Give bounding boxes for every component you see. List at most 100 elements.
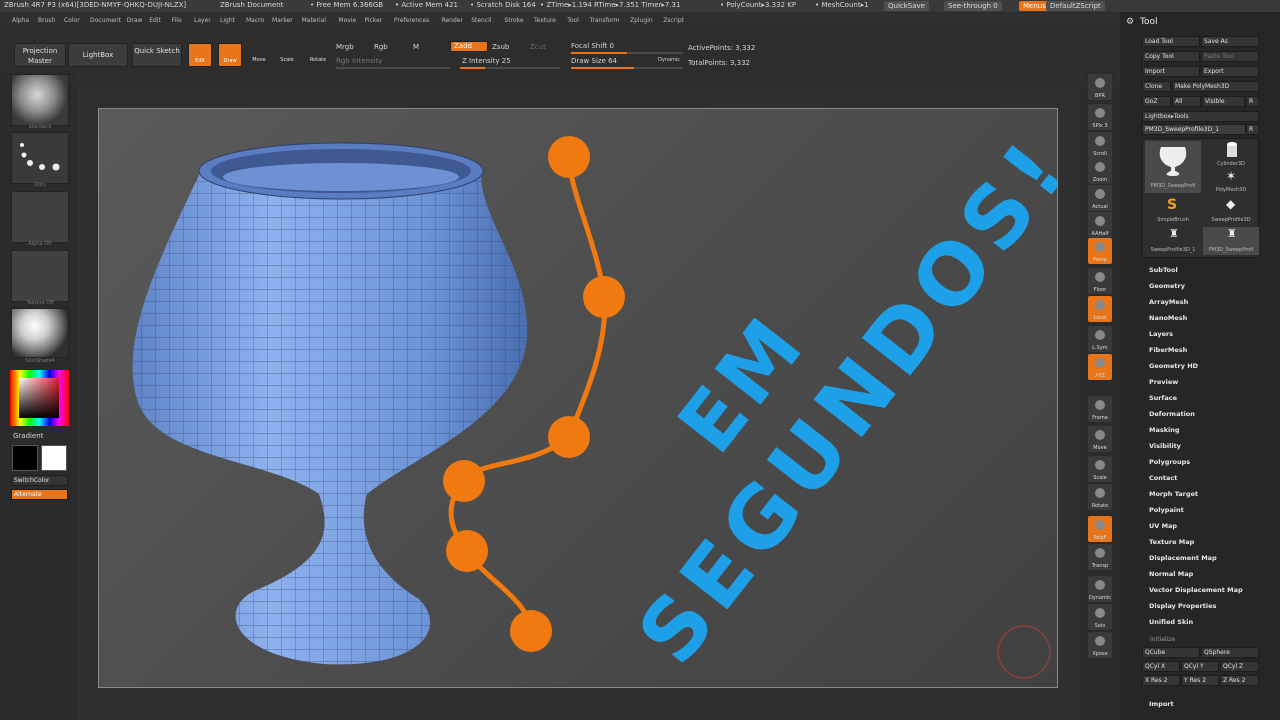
section-surface[interactable]: Surface xyxy=(1149,394,1177,402)
goz-button[interactable]: GoZ xyxy=(1142,96,1171,107)
menu-zscript[interactable]: Zscript xyxy=(663,17,684,24)
shelf-transp-button[interactable]: Transp xyxy=(1088,544,1112,570)
switch-color-button[interactable]: SwitchColor xyxy=(11,475,68,486)
all-button[interactable]: All xyxy=(1172,96,1201,107)
alternate-button[interactable]: Alternate xyxy=(11,489,68,500)
document-canvas[interactable]: EM SEGUNDOS! xyxy=(98,108,1058,688)
shelf-actual-button[interactable]: Actual xyxy=(1088,185,1112,211)
qcyl-x-button[interactable]: QCyl X xyxy=(1142,661,1180,672)
color-picker[interactable] xyxy=(10,370,69,426)
r-button[interactable]: R xyxy=(1246,96,1259,107)
shelf-floor-button[interactable]: Floor xyxy=(1088,268,1112,294)
clone-button[interactable]: Clone xyxy=(1142,81,1171,92)
export-button[interactable]: Export xyxy=(1201,66,1259,77)
menu-texture[interactable]: Texture xyxy=(534,17,556,24)
section-morph-target[interactable]: Morph Target xyxy=(1149,490,1198,498)
section-preview[interactable]: Preview xyxy=(1149,378,1178,386)
menu-document[interactable]: Document xyxy=(90,17,121,24)
shelf-spix-3-button[interactable]: SPix 3 xyxy=(1088,104,1112,130)
section-deformation[interactable]: Deformation xyxy=(1149,410,1195,418)
menu-zplugin[interactable]: Zplugin xyxy=(630,17,653,24)
shelf-bpr-button[interactable]: BPR xyxy=(1088,74,1112,100)
quick-sketch-button[interactable]: Quick Sketch xyxy=(132,43,182,67)
m-button[interactable]: M xyxy=(413,43,419,51)
focal-shift-track[interactable] xyxy=(571,52,683,54)
shelf-aahalf-button[interactable]: AAHalf xyxy=(1088,212,1112,238)
z-intensity-slider[interactable]: Z Intensity 25 xyxy=(462,57,511,65)
tool-thumb-sweepprofile[interactable]: ◆ SweepProfile3D xyxy=(1203,197,1259,225)
copy-tool-button[interactable]: Copy Tool xyxy=(1142,51,1200,62)
dynamic-toggle[interactable]: Dynamic xyxy=(658,57,680,63)
zadd-button[interactable]: Zadd xyxy=(450,41,488,52)
menu-stroke[interactable]: Stroke xyxy=(504,17,523,24)
shelf-dynamic-button[interactable]: Dynamic xyxy=(1088,576,1112,602)
shelf-solo-button[interactable]: Solo xyxy=(1088,604,1112,630)
projection-master-button[interactable]: Projection Master xyxy=(14,43,66,67)
secondary-color-swatch[interactable] xyxy=(41,445,67,471)
section-fibermesh[interactable]: FiberMesh xyxy=(1149,346,1187,354)
qsphere-button[interactable]: QSphere xyxy=(1201,647,1259,658)
move-button[interactable]: Move xyxy=(248,43,270,67)
shelf-xyz-button[interactable]: XYZ xyxy=(1088,354,1112,380)
load-tool-button[interactable]: Load Tool xyxy=(1142,36,1200,47)
menu-alpha[interactable]: Alpha xyxy=(12,17,29,24)
shelf-rotate-button[interactable]: Rotate xyxy=(1088,484,1112,510)
texture-thumbnail[interactable] xyxy=(11,250,69,302)
alpha-thumbnail[interactable] xyxy=(11,191,69,243)
rgb-button[interactable]: Rgb xyxy=(374,43,388,51)
focal-shift-slider[interactable]: Focal Shift 0 xyxy=(571,42,614,50)
menu-render[interactable]: Render xyxy=(442,17,463,24)
menu-draw[interactable]: Draw xyxy=(127,17,143,24)
edit-button[interactable]: Edit xyxy=(188,43,212,67)
brush-thumbnail[interactable] xyxy=(11,74,69,126)
menu-light[interactable]: Light xyxy=(220,17,235,24)
section-vector-displacement-map[interactable]: Vector Displacement Map xyxy=(1149,586,1243,594)
make-polymesh-button[interactable]: Make PolyMesh3D xyxy=(1172,81,1259,92)
draw-size-track[interactable] xyxy=(571,67,683,69)
section-displacement-map[interactable]: Displacement Map xyxy=(1149,554,1217,562)
section-nanomesh[interactable]: NanoMesh xyxy=(1149,314,1187,322)
shelf-scroll-button[interactable]: Scroll xyxy=(1088,132,1112,158)
menu-preferences[interactable]: Preferences xyxy=(394,17,429,24)
section-masking[interactable]: Masking xyxy=(1149,426,1180,434)
section-polygroups[interactable]: Polygroups xyxy=(1149,458,1190,466)
save-as-button[interactable]: Save As xyxy=(1201,36,1259,47)
menu-material[interactable]: Material xyxy=(302,17,326,24)
section-contact[interactable]: Contact xyxy=(1149,474,1177,482)
paste-tool-button[interactable]: Paste Tool xyxy=(1201,51,1259,62)
shelf-scale-button[interactable]: Scale xyxy=(1088,456,1112,482)
menu-stencil[interactable]: Stencil xyxy=(471,17,491,24)
shelf-polyf-button[interactable]: PolyF xyxy=(1088,516,1112,542)
qcyl-y-button[interactable]: QCyl Y xyxy=(1181,661,1219,672)
shelf-l-sym-button[interactable]: L.Sym xyxy=(1088,326,1112,352)
x-res-slider[interactable]: X Res 2 xyxy=(1142,675,1180,686)
section-unified-skin[interactable]: Unified Skin xyxy=(1149,618,1193,626)
quicksave-button[interactable]: QuickSave xyxy=(884,1,929,11)
menu-macro[interactable]: Macro xyxy=(246,17,264,24)
shelf-frame-button[interactable]: Frame xyxy=(1088,396,1112,422)
z-intensity-track[interactable] xyxy=(460,67,560,69)
stroke-thumbnail[interactable] xyxy=(11,132,69,184)
material-thumbnail[interactable] xyxy=(11,308,69,358)
menu-brush[interactable]: Brush xyxy=(38,17,55,24)
mrgb-button[interactable]: Mrgb xyxy=(336,43,354,51)
z-res-slider[interactable]: Z Res 2 xyxy=(1220,675,1259,686)
shelf-local-button[interactable]: Local xyxy=(1088,296,1112,322)
tool-thumb-pm3d-2[interactable]: ♜ PM3D_SweepProfi xyxy=(1203,227,1259,255)
menu-file[interactable]: File xyxy=(172,17,182,24)
y-res-slider[interactable]: Y Res 2 xyxy=(1181,675,1219,686)
menu-edit[interactable]: Edit xyxy=(149,17,161,24)
gear-icon[interactable]: ⚙ xyxy=(1126,17,1134,27)
menu-layer[interactable]: Layer xyxy=(194,17,211,24)
main-color-swatch[interactable] xyxy=(12,445,38,471)
current-tool-r-button[interactable]: R xyxy=(1246,124,1259,135)
qcyl-z-button[interactable]: QCyl Z xyxy=(1220,661,1259,672)
menu-transform[interactable]: Transform xyxy=(590,17,620,24)
import-button[interactable]: Import xyxy=(1142,66,1200,77)
draw-size-slider[interactable]: Draw Size 64 xyxy=(571,57,617,65)
section-geometry[interactable]: Geometry xyxy=(1149,282,1185,290)
default-zscript-button[interactable]: DefaultZScript xyxy=(1046,1,1105,11)
draw-button[interactable]: Draw xyxy=(218,43,242,67)
shelf-move-button[interactable]: Move xyxy=(1088,426,1112,452)
qcube-button[interactable]: QCube xyxy=(1142,647,1200,658)
